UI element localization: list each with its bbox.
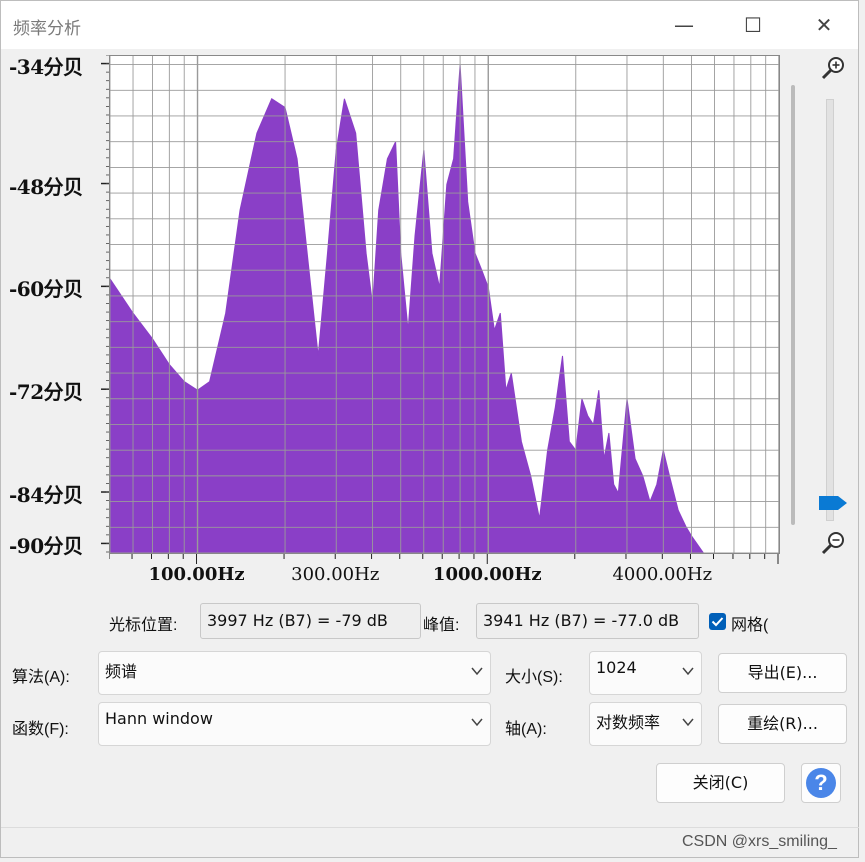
y-tick-label: -72分贝: [9, 380, 83, 405]
frequency-analysis-window: 频率分析 — ☐ ✕ -34分贝 -48分贝 -60分贝 -72分贝 -84分贝 -90分…: [0, 0, 859, 858]
maximize-button[interactable]: ☐: [738, 11, 768, 39]
plot-scrollbar[interactable]: [791, 85, 795, 525]
x-tick-label: 4000.00Hz: [612, 564, 713, 585]
chevron-down-icon: [471, 667, 483, 676]
y-axis-ruler: [101, 55, 109, 553]
chevron-down-icon: [682, 718, 694, 727]
y-tick-label: -48分贝: [9, 174, 83, 199]
title-bar: 频率分析 — ☐ ✕: [1, 1, 858, 49]
close-button[interactable]: 关闭(C): [656, 763, 785, 803]
zoom-slider-thumb[interactable]: [818, 494, 848, 512]
size-select[interactable]: 1024: [589, 651, 702, 695]
window-function-select[interactable]: Hann window: [98, 702, 491, 746]
grid-checkbox-label[interactable]: 网格(: [731, 611, 768, 635]
help-button[interactable]: ?: [801, 763, 841, 803]
chevron-down-icon: [682, 667, 694, 676]
zoom-slider-track[interactable]: [826, 99, 834, 521]
y-tick-label: -60分贝: [9, 277, 83, 302]
spectrum-plot[interactable]: [109, 55, 780, 554]
algorithm-label: 算法(A):: [12, 669, 70, 686]
axis-label: 轴(A):: [505, 721, 547, 738]
help-icon: ?: [806, 768, 836, 798]
close-window-button[interactable]: ✕: [809, 11, 839, 39]
checkmark-icon: [711, 617, 724, 627]
cursor-position-value: 3997 Hz (B7) = -79 dB: [200, 603, 421, 639]
spectrum-area: [109, 64, 734, 554]
zoom-out-icon[interactable]: [820, 530, 846, 556]
zoom-in-icon[interactable]: [820, 55, 846, 81]
grid-checkbox[interactable]: [709, 613, 726, 630]
window-title: 频率分析: [13, 19, 81, 39]
size-select-value: 1024: [596, 658, 637, 677]
replot-button[interactable]: 重绘(R)...: [718, 704, 847, 744]
algorithm-select-value: 频谱: [105, 662, 138, 681]
y-tick-label: -90分贝: [9, 534, 83, 559]
spectrum-svg: [109, 56, 780, 554]
minimize-button[interactable]: —: [669, 11, 699, 39]
window-function-value: Hann window: [105, 709, 213, 728]
size-label: 大小(S):: [505, 669, 563, 686]
axis-select[interactable]: 对数频率: [589, 702, 702, 746]
y-tick-label: -34分贝: [9, 54, 83, 79]
peak-label: 峰值:: [423, 617, 460, 634]
cursor-position-label: 光标位置:: [109, 617, 178, 634]
algorithm-select[interactable]: 频谱: [98, 651, 491, 695]
function-label: 函数(F):: [12, 721, 69, 738]
x-tick-label: 1000.00Hz: [432, 564, 542, 585]
watermark: CSDN @xrs_smiling_: [682, 833, 837, 850]
export-button[interactable]: 导出(E)...: [718, 653, 847, 693]
axis-select-value: 对数频率: [596, 713, 661, 732]
y-tick-label: -84分贝: [9, 483, 83, 508]
x-tick-label: 100.00Hz: [148, 564, 245, 585]
x-tick-label: 300.00Hz: [291, 564, 380, 585]
peak-value: 3941 Hz (B7) = -77.0 dB: [476, 603, 699, 639]
chevron-down-icon: [471, 718, 483, 727]
